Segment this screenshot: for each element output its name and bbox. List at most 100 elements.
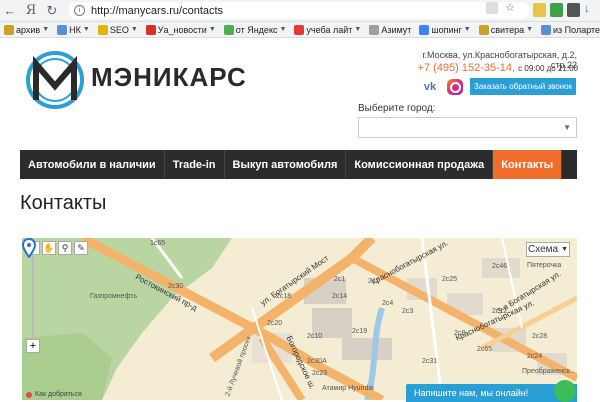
page-title: Контакты [20,192,107,214]
bookmark-item[interactable]: Азимут [365,24,415,35]
callback-button[interactable]: Заказать обратный звонок [470,78,576,95]
map-type-button[interactable]: Схема ▼ [526,242,570,257]
city-label: Выберите город: [358,103,436,114]
house-number-label: 2с4 [382,300,394,307]
city-select[interactable]: ▼ [358,117,577,138]
house-number-label: 1с65 [150,240,166,247]
nav-item[interactable]: Выкуп автомобиля [225,150,347,179]
folder-icon [223,24,234,35]
extension-icon[interactable] [533,3,546,17]
folder-icon [369,24,380,35]
directions-label: Как добраться [35,391,82,398]
chevron-down-icon: ▼ [463,26,471,33]
chevron-down-icon: ▼ [526,26,534,33]
house-number-label: 2с7 [368,278,380,285]
phone-line: +7 (495) 152-35-14, с 09:00 до 21:00 [380,62,578,74]
map-type-label: Схема [527,244,559,255]
download-icon[interactable]: ↓ [584,3,597,17]
house-number-label: 2с3 [402,308,414,315]
bookmark-label: шопинг [431,24,462,35]
nav-item[interactable]: Trade-in [165,150,225,179]
chat-bubble-icon[interactable] [554,380,576,402]
yandex-icon[interactable]: Я [20,1,42,21]
extensions: ↓ [533,3,597,17]
poi-label: Преображенск... [522,368,576,375]
chevron-down-icon: ▼ [563,123,571,132]
folder-icon [4,24,14,35]
bookmark-item[interactable]: НК ▼ [53,24,94,35]
bookmark-item[interactable]: шопинг ▼ [415,24,474,35]
bookmark-item[interactable]: от Яндекс ▼ [220,24,291,35]
address-bar[interactable]: i http://manycars.ru/contacts [68,2,530,19]
folder-icon [541,24,552,35]
house-number-label: 2с14 [332,293,348,300]
browser-toolbar: ← Я ↻ i http://manycars.ru/contacts ☆ ↓ [0,0,600,22]
back-arrow-icon[interactable]: ← [0,1,20,21]
chevron-down-icon: ▼ [354,26,362,33]
house-number-label: 2с31 [422,358,438,365]
folder-icon [419,24,430,35]
poi-label: Пятерочка [527,262,562,269]
nav-item[interactable]: Автомобили в наличии [20,150,165,179]
bookmark-label: Уа_новости [157,24,207,35]
folder-icon [57,24,68,35]
bookmark-item[interactable]: из Полартек▼ [537,24,600,35]
nav-item[interactable]: Комиссионная продажа [346,150,494,179]
hand-icon[interactable]: ✋ [42,241,56,255]
bookmark-label: НК [69,24,81,35]
house-number-label: 2с18 [276,293,292,300]
bookmark-item[interactable]: SEO ▼ [94,24,142,35]
instagram-icon[interactable] [447,79,463,95]
house-number-label: 2с8 [454,330,466,337]
chat-label: Напишите нам, мы онлайн! [414,388,529,398]
bookmark-label: архив [16,24,41,35]
bookmark-label: из Полартек [553,24,600,35]
chevron-down-icon: ▼ [42,26,50,33]
info-icon[interactable]: i [74,5,85,16]
bookmark-label: учеба лайт [306,24,353,35]
extension-icon[interactable] [550,3,563,17]
bookmark-item[interactable]: свитера ▼ [475,24,537,35]
ruler-icon[interactable]: ✎ [74,241,88,255]
poi-label: Атамир Hyundai [322,385,374,392]
route-icon [26,391,32,398]
folder-icon [294,24,305,35]
directions-link[interactable]: Как добраться [26,391,82,398]
vk-icon[interactable]: vk [422,79,438,95]
poi-label: Газпромнефть [90,293,138,300]
bookmarks-bar: архив ▼ НК ▼ SEO ▼ Уа_новости ▼ от Яндекс ▼ учеба … [0,22,600,38]
house-number-label: 2с20 [267,320,283,327]
phone-number[interactable]: +7 (495) 152-35-14, [418,62,516,74]
zoom-in-icon[interactable]: + [26,339,40,353]
house-number-label: 2с30А [307,358,327,365]
house-number-label: 2с28 [532,333,548,340]
zoom-slider[interactable] [32,256,34,338]
chevron-down-icon: ▼ [208,26,216,33]
address-actions: ☆ [486,2,516,14]
main-nav: Автомобили в наличии Trade-in Выкуп автомо… [20,150,577,179]
chevron-down-icon: ▼ [279,26,287,33]
folder-icon [97,24,108,35]
logo-icon[interactable] [22,50,88,110]
house-number-label: 2с25 [442,276,458,283]
magnifier-icon[interactable]: ⚲ [58,241,72,255]
location-pin-icon[interactable] [22,238,36,258]
bookmark-label: Азимут [381,24,412,35]
bookmark-item[interactable]: архив ▼ [0,24,53,35]
chevron-down-icon: ▼ [561,246,569,253]
bookmark-item[interactable]: Уа_новости ▼ [142,24,220,35]
house-number-label: 2с24 [527,353,543,360]
extension-icon[interactable] [567,3,580,17]
online-chat-button[interactable]: Напишите нам, мы онлайн! [406,384,577,402]
reload-icon[interactable]: ↻ [42,1,62,21]
translate-icon[interactable] [486,2,498,14]
chevron-down-icon: ▼ [130,26,138,33]
bookmark-item[interactable]: учеба лайт ▼ [290,24,365,35]
bookmark-label: SEO [109,24,129,35]
house-number-label: 2с46 [492,263,508,270]
bookmark-label: от Яндекс [235,24,278,35]
map[interactable]: − ✋ ⚲ ✎ + Схема ▼ Ростокинский пр-д ул. … [22,238,577,400]
star-icon[interactable]: ☆ [504,2,516,14]
nav-item[interactable]: Контакты [493,150,563,179]
house-number-label: 2с1 [334,276,346,283]
